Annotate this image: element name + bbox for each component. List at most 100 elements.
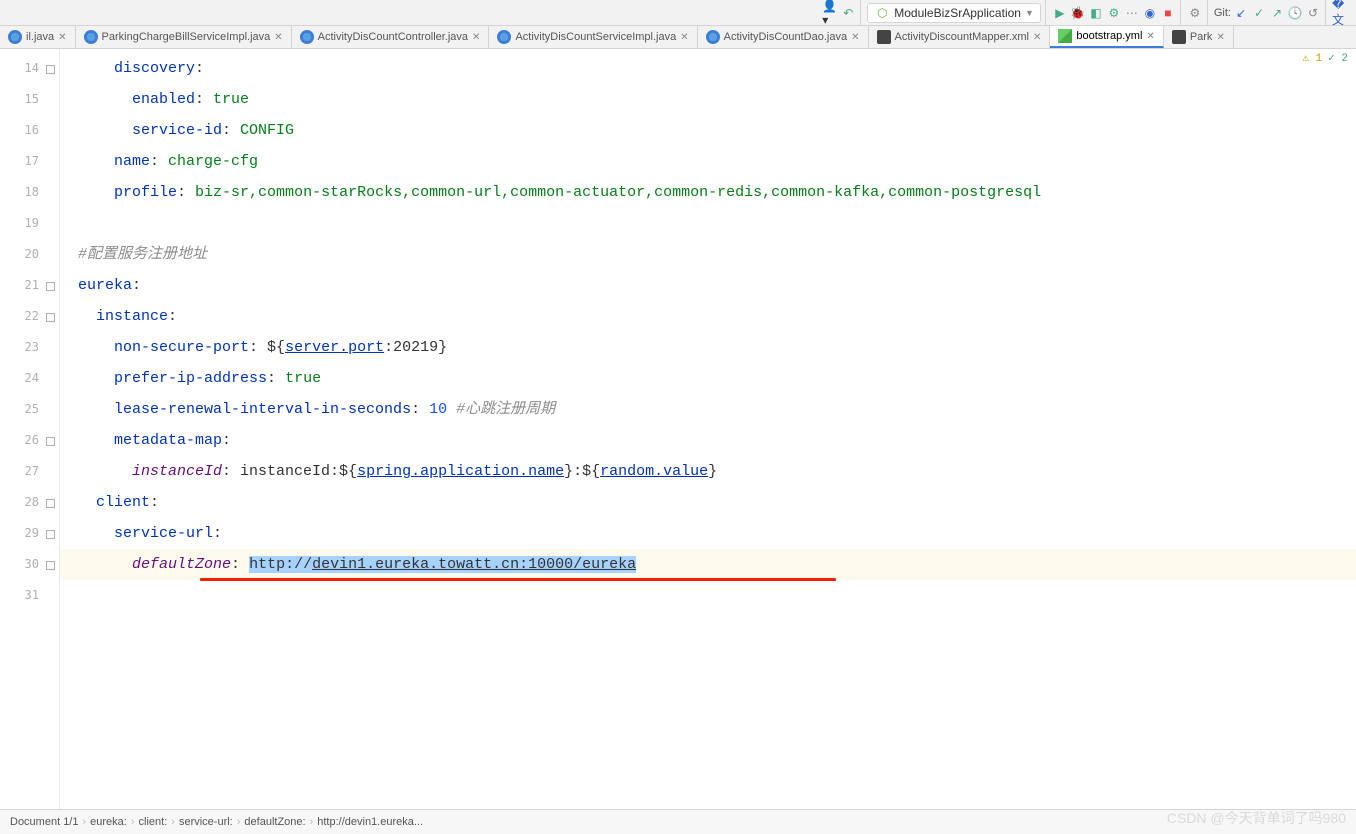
tab-ParkingChargeBillServiceImpl-java[interactable]: ParkingChargeBillServiceImpl.java✕ (76, 26, 292, 48)
line-number: 25 (0, 394, 59, 425)
check-badge[interactable]: ✓ 2 (1328, 51, 1348, 65)
line-number: 17 (0, 146, 59, 177)
git-rollback-icon[interactable]: ↺ (1305, 5, 1321, 21)
close-icon[interactable]: ✕ (1146, 31, 1154, 42)
tab-label: bootstrap.yml (1076, 30, 1142, 42)
tab-label: ActivityDisCountController.java (318, 31, 468, 43)
tab-Park[interactable]: Park✕ (1164, 26, 1234, 48)
line-number: 14 (0, 53, 59, 84)
crumb-item[interactable]: defaultZone: (244, 816, 305, 828)
attach-icon[interactable]: ⋯ (1124, 5, 1140, 21)
tab-ActivityDisCountController-java[interactable]: ActivityDisCountController.java ✕ (292, 26, 490, 48)
line-number: 20 (0, 239, 59, 270)
inspection-badges[interactable]: ⚠ 1 ✓ 2 (1302, 51, 1348, 65)
code-line[interactable]: name: charge-cfg (60, 146, 1356, 177)
close-icon[interactable]: ✕ (680, 32, 688, 43)
line-number: 16 (0, 115, 59, 146)
git-commit-icon[interactable]: ✓ (1251, 5, 1267, 21)
close-icon[interactable]: ✕ (472, 32, 480, 43)
run-config-label: ModuleBizSrApplication (894, 6, 1021, 20)
stop-icon[interactable]: ■ (1160, 5, 1176, 21)
code-line[interactable]: service-id: CONFIG (60, 115, 1356, 146)
crumb-item[interactable]: eureka: (90, 816, 127, 828)
code-line[interactable]: client: (60, 487, 1356, 518)
file-icon (706, 30, 720, 44)
code-line[interactable]: #配置服务注册地址 (60, 239, 1356, 270)
file-icon (1058, 29, 1072, 43)
code-line[interactable] (60, 580, 1356, 611)
line-number: 31 (0, 580, 59, 611)
code-line[interactable]: metadata-map: (60, 425, 1356, 456)
file-icon (300, 30, 314, 44)
debug-icon[interactable]: 🐞 (1070, 5, 1086, 21)
run-configuration[interactable]: ⬡ ModuleBizSrApplication ▼ (867, 3, 1041, 23)
line-number: 24 (0, 363, 59, 394)
toolbar: 👤▾ ↶ ⬡ ModuleBizSrApplication ▼ ▶ 🐞 ◧ ⚙ … (0, 0, 1356, 26)
close-icon[interactable]: ✕ (274, 32, 282, 43)
git-push-icon[interactable]: ↗ (1269, 5, 1285, 21)
annotation-underline (200, 578, 836, 581)
tab-il-java[interactable]: il.java ✕ (0, 26, 76, 48)
tab-ActivityDisCountServiceImpl-java[interactable]: ActivityDisCountServiceImpl.java ✕ (489, 26, 697, 48)
coverage-icon[interactable]: ◧ (1088, 5, 1104, 21)
crumb-item[interactable]: client: (139, 816, 168, 828)
code-line[interactable]: instanceId: instanceId:${spring.applicat… (60, 456, 1356, 487)
file-icon (497, 30, 511, 44)
code-area[interactable]: ⚠ 1 ✓ 2 discovery: enabled: true service… (60, 49, 1356, 809)
tab-ActivityDiscountMapper-xml[interactable]: ActivityDiscountMapper.xml✕ (869, 26, 1051, 48)
line-number: 21 (0, 270, 59, 301)
code-line[interactable]: discovery: (60, 53, 1356, 84)
file-icon (84, 30, 98, 44)
line-number: 28 (0, 487, 59, 518)
code-line[interactable]: prefer-ip-address: true (60, 363, 1356, 394)
close-icon[interactable]: ✕ (58, 32, 66, 43)
close-icon[interactable]: ✕ (851, 32, 859, 43)
code-line[interactable]: service-url: (60, 518, 1356, 549)
code-line[interactable]: lease-renewal-interval-in-seconds: 10 #心… (60, 394, 1356, 425)
tab-label: ParkingChargeBillServiceImpl.java (102, 31, 271, 43)
code-line[interactable]: instance: (60, 301, 1356, 332)
breadcrumb[interactable]: Document 1/1›eureka:›client:›service-url… (0, 809, 1356, 834)
profile-icon[interactable]: ⚙ (1106, 5, 1122, 21)
editor-tabs: il.java✕ParkingChargeBillServiceImpl.jav… (0, 26, 1356, 49)
crumb-item[interactable]: service-url: (179, 816, 233, 828)
line-number: 27 (0, 456, 59, 487)
line-number: 30 (0, 549, 59, 580)
line-number: 23 (0, 332, 59, 363)
tab-label: il.java (26, 31, 54, 43)
code-line[interactable]: profile: biz-sr,common-starRocks,common-… (60, 177, 1356, 208)
user-icon[interactable]: 👤▾ (822, 5, 838, 21)
tab-label: ActivityDisCountServiceImpl.java (515, 31, 676, 43)
tab-label: ActivityDisCountDao.java (724, 31, 848, 43)
tab-bootstrap-yml[interactable]: bootstrap.yml ✕ (1050, 26, 1163, 48)
file-icon (8, 30, 22, 44)
crumb-item[interactable]: http://devin1.eureka... (317, 816, 423, 828)
code-line[interactable]: enabled: true (60, 84, 1356, 115)
code-line[interactable]: non-secure-port: ${server.port:20219} (60, 332, 1356, 363)
git-label: Git: (1214, 7, 1231, 19)
code-editor[interactable]: 141516171819202122232425262728293031 ⚠ 1… (0, 49, 1356, 809)
git-update-icon[interactable]: ↙ (1233, 5, 1249, 21)
line-number: 18 (0, 177, 59, 208)
code-line[interactable]: eureka: (60, 270, 1356, 301)
line-number: 15 (0, 84, 59, 115)
file-icon (1172, 30, 1186, 44)
translate-icon[interactable]: �文 (1332, 5, 1348, 21)
run-icon[interactable]: ▶ (1052, 5, 1068, 21)
line-number: 22 (0, 301, 59, 332)
warn-badge[interactable]: ⚠ 1 (1302, 51, 1322, 65)
tab-ActivityDisCountDao-java[interactable]: ActivityDisCountDao.java✕ (698, 26, 869, 48)
line-number: 26 (0, 425, 59, 456)
tab-label: Park (1190, 31, 1213, 43)
back-icon[interactable]: ↶ (840, 5, 856, 21)
close-icon[interactable]: ✕ (1216, 32, 1224, 43)
hotswap-icon[interactable]: ◉ (1142, 5, 1158, 21)
line-number: 29 (0, 518, 59, 549)
code-line[interactable]: defaultZone: http://devin1.eureka.towatt… (60, 549, 1356, 580)
git-history-icon[interactable]: 🕓 (1287, 5, 1303, 21)
gear-icon[interactable]: ⚙ (1187, 5, 1203, 21)
gutter: 141516171819202122232425262728293031 (0, 49, 60, 809)
crumb-item[interactable]: Document 1/1 (10, 816, 78, 828)
code-line[interactable] (60, 208, 1356, 239)
close-icon[interactable]: ✕ (1033, 32, 1041, 43)
